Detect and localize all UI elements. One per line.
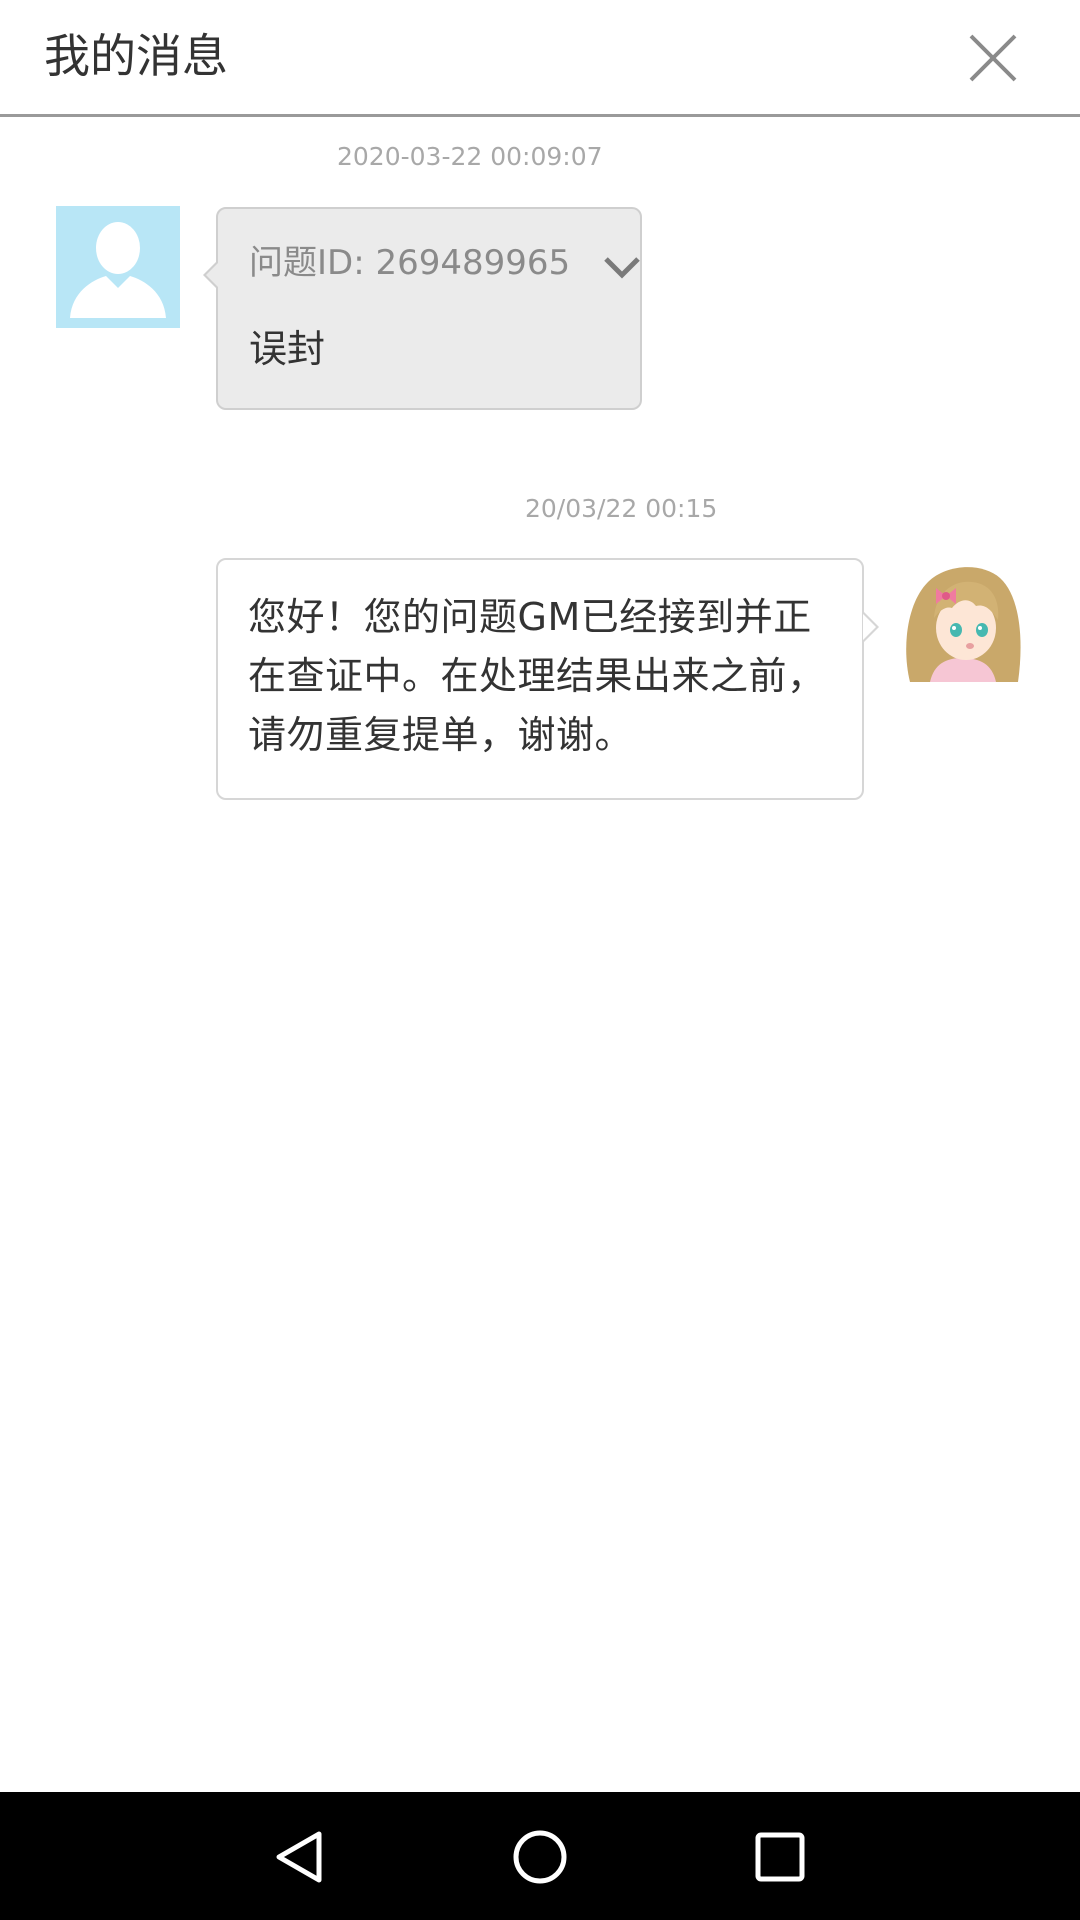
system-navigation-bar	[0, 1792, 1080, 1920]
nav-home-button[interactable]	[505, 1822, 575, 1892]
home-circle-icon	[513, 1830, 567, 1884]
nav-recent-button[interactable]	[745, 1822, 815, 1892]
user-avatar	[56, 206, 180, 328]
question-id-label: 问题ID: 269489965	[249, 243, 571, 283]
nav-back-button[interactable]	[265, 1822, 335, 1892]
gm-avatar-icon	[900, 560, 1024, 682]
close-button[interactable]	[963, 28, 1023, 88]
back-triangle-icon	[276, 1831, 322, 1883]
header-bar: 我的消息	[0, 0, 1080, 117]
close-icon	[969, 34, 1017, 82]
recent-square-icon	[755, 1832, 805, 1882]
expand-toggle[interactable]	[602, 253, 642, 281]
message-timestamp: 2020-03-22 00:09:07	[337, 142, 603, 171]
gm-message-text: 您好！您的问题GM已经接到并正在查证中。在处理结果出来之前，请勿重复提单，谢谢。	[248, 595, 826, 757]
user-message-text: 误封	[249, 327, 326, 371]
question-id-row[interactable]: 问题ID: 269489965	[249, 239, 640, 289]
gm-message-bubble: 您好！您的问题GM已经接到并正在查证中。在处理结果出来之前，请勿重复提单，谢谢。	[216, 558, 879, 800]
gm-avatar	[900, 560, 1024, 682]
chevron-down-icon	[604, 257, 640, 279]
user-message-bubble: 问题ID: 269489965 误封	[203, 207, 642, 410]
message-timestamp: 20/03/22 00:15	[525, 494, 718, 523]
default-avatar-icon	[56, 206, 180, 328]
page-title: 我的消息	[44, 29, 228, 83]
